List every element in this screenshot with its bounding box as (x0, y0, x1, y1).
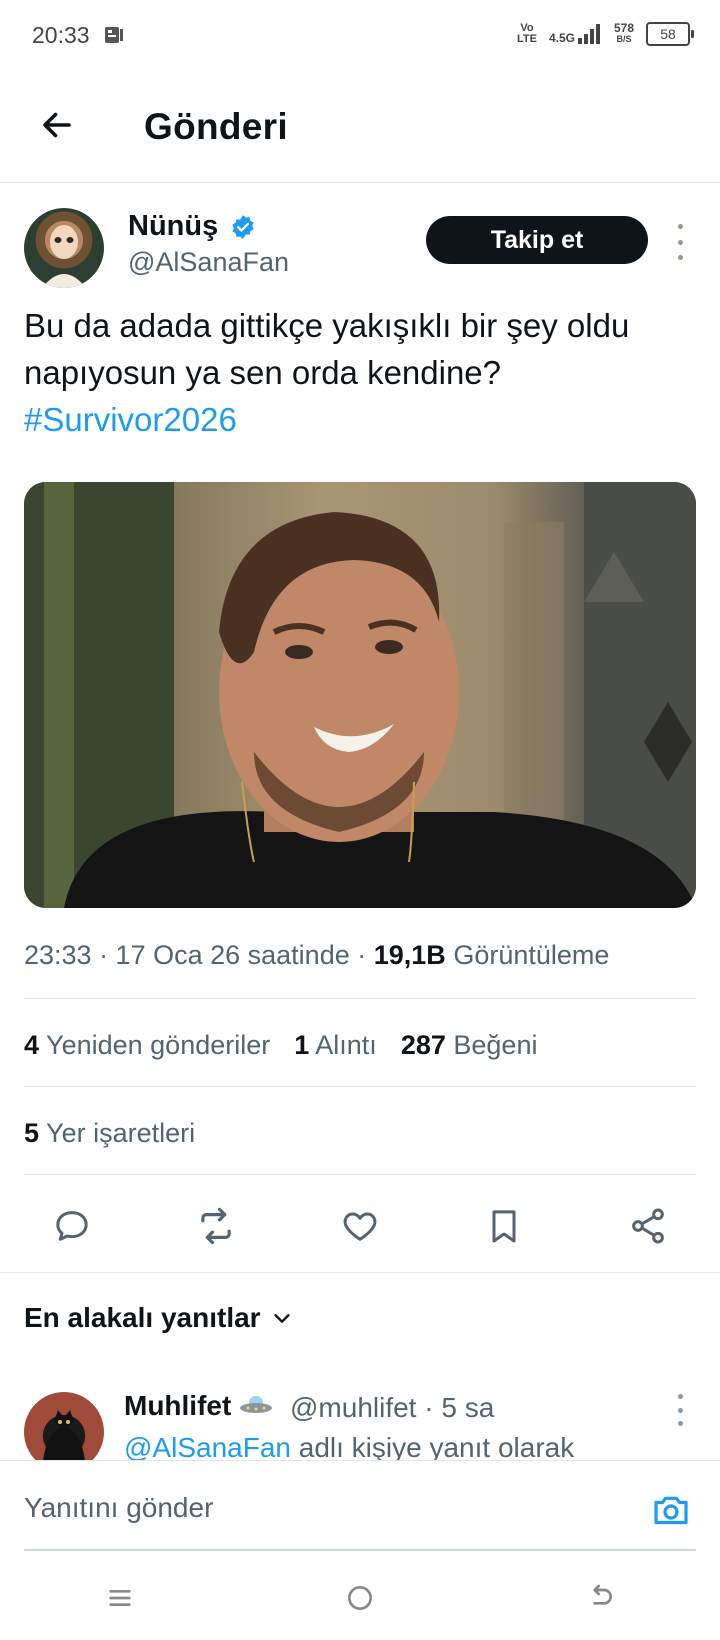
composer-underline (24, 1549, 696, 1551)
header-divider (0, 182, 720, 183)
system-navigation-bar (0, 1556, 720, 1640)
replying-to-mention[interactable]: @AlSanaFan (124, 1432, 291, 1463)
avatar-portrait (42, 225, 86, 288)
comment-icon (56, 1211, 88, 1241)
signal-group: 4.5G (549, 24, 602, 44)
reply-author-name[interactable]: Muhlifet (124, 1390, 273, 1424)
bookmarks-divider (24, 1174, 696, 1175)
reply-sort-dropdown[interactable]: En alakalı yanıtlar (24, 1302, 293, 1334)
status-time: 20:33 (32, 22, 90, 48)
author-avatar[interactable] (24, 208, 104, 288)
camera-icon (654, 1496, 688, 1525)
tweet-body: Bu da adada gittikçe yakışıklı bir şey o… (24, 307, 630, 391)
notification-icon (105, 27, 123, 43)
status-indicators: Vo LTE 4.5G 578 B/S 58 (516, 21, 694, 46)
views-label: Görüntüleme (453, 940, 610, 970)
bookmark-button[interactable] (480, 1202, 528, 1250)
back-nav-icon[interactable] (584, 1582, 616, 1614)
quotes-stat[interactable]: 1 Alıntı (294, 1030, 377, 1061)
tweet-meta: 23:33 · 17 Oca 26 saatinde · 19,1B Görün… (24, 940, 609, 971)
likes-stat[interactable]: 287 Beğeni (401, 1030, 538, 1061)
author-handle[interactable]: @AlSanaFan (128, 247, 289, 278)
like-button[interactable] (336, 1202, 384, 1250)
back-button[interactable] (36, 104, 78, 146)
tweet-timestamp[interactable]: 23:33 · 17 Oca 26 saatinde · (24, 940, 366, 970)
share-button[interactable] (624, 1202, 672, 1250)
replying-to-suffix: adlı kişiye yanıt olarak (290, 1432, 575, 1463)
repost-button[interactable] (192, 1202, 240, 1250)
action-bar (24, 1198, 696, 1254)
camera-button[interactable] (650, 1490, 692, 1530)
battery-icon: 58 (646, 22, 694, 46)
stats-divider (24, 1086, 696, 1087)
engagement-stats: 4 Yeniden gönderiler 1 Alıntı 287 Beğeni (24, 1030, 537, 1061)
reply-input[interactable]: Yanıtını gönder (24, 1492, 213, 1524)
bookmarks-stat[interactable]: 5 Yer işaretleri (24, 1118, 195, 1149)
volte-indicator: Vo LTE (516, 22, 537, 45)
more-options-icon[interactable] (670, 224, 690, 260)
heart-icon (343, 1212, 377, 1241)
ufo-icon (239, 1392, 273, 1424)
network-type: 4.5G (548, 31, 575, 45)
views-count: 19,1B (373, 940, 446, 970)
tweet-image[interactable] (24, 482, 696, 908)
reply-sort-label: En alakalı yanıtlar (24, 1302, 261, 1333)
reply-more-options-icon[interactable] (670, 1394, 690, 1426)
man-smiling-photo (24, 482, 696, 908)
follow-button[interactable]: Takip et (426, 216, 648, 264)
repost-icon (201, 1207, 231, 1245)
verified-badge-icon (232, 215, 254, 239)
meta-divider (24, 998, 696, 999)
home-icon[interactable] (344, 1582, 376, 1614)
chevron-down-icon (273, 1314, 290, 1323)
signal-icon (577, 24, 600, 44)
status-bar: 20:33 Vo LTE 4.5G 578 B/S 58 (0, 0, 720, 72)
reposts-stat[interactable]: 4 Yeniden gönderiler (24, 1030, 270, 1061)
arrow-left-icon (43, 112, 71, 138)
bookmark-icon (492, 1210, 516, 1243)
page-title: Gönderi (144, 106, 288, 147)
tweet-text: Bu da adada gittikçe yakışıklı bir şey o… (24, 302, 684, 443)
reply-button[interactable] (48, 1202, 96, 1250)
network-speed: 578 B/S (613, 21, 634, 44)
author-name[interactable]: Nünüş (128, 210, 218, 243)
menu-icon[interactable] (104, 1582, 136, 1614)
hashtag-link[interactable]: #Survivor2026 (24, 396, 684, 443)
reply-author-handle[interactable]: @muhlifet · 5 sa (290, 1392, 494, 1424)
actions-divider (0, 1272, 720, 1273)
share-icon (632, 1208, 664, 1244)
